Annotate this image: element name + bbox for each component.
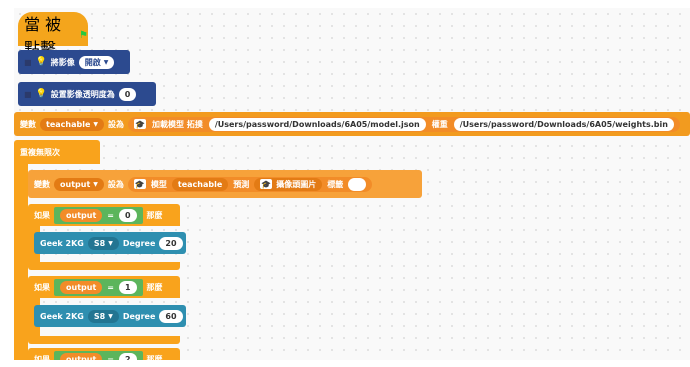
to-label: 設為: [107, 179, 124, 189]
transparency-value-input[interactable]: 0: [118, 87, 137, 101]
servo-block[interactable]: Geek 2KG S8 ▼ Degree 20: [34, 232, 186, 254]
forever-loop-arm: [14, 164, 28, 360]
degree-label: Degree: [122, 238, 156, 248]
ai-cap-icon: 🎓: [133, 179, 146, 189]
predict-reporter[interactable]: 🎓 模型 teachable 預測 🎓 攝像頭圖片 標籤: [127, 176, 373, 192]
set-variable-label: 變數: [34, 179, 50, 189]
port-dropdown[interactable]: S8 ▼: [87, 309, 119, 323]
if-bottom: [28, 336, 180, 344]
output-variable-reporter[interactable]: output: [60, 208, 103, 222]
to-label: 設為: [108, 119, 125, 129]
weights-path-input[interactable]: /Users/password/Downloads/6A05/weights.b…: [453, 117, 674, 131]
camera-label: 將影像: [50, 57, 75, 67]
compare-value-input[interactable]: 1: [118, 280, 137, 294]
forever-label: 重複無限次: [20, 147, 60, 157]
equals-operator[interactable]: output = 1: [54, 278, 143, 296]
degree-label: Degree: [122, 311, 156, 321]
servo-label: Geek 2KG: [40, 238, 84, 248]
camera-icon: ■: [24, 57, 32, 67]
degree-input[interactable]: 20: [159, 236, 183, 250]
then-label: 那麼: [146, 282, 163, 292]
equals-operator[interactable]: output = 0: [54, 206, 143, 224]
model-path-input[interactable]: /Users/password/Downloads/6A05/model.jso…: [208, 117, 426, 131]
output-variable-reporter[interactable]: output: [60, 352, 103, 360]
load-model-reporter[interactable]: 🎓 加載模型 拓撲 /Users/password/Downloads/6A05…: [128, 116, 680, 132]
equals-operator[interactable]: output = 2: [54, 350, 143, 360]
tag-input[interactable]: [348, 177, 367, 191]
if-label: 如果: [34, 210, 50, 220]
if-label: 如果: [34, 282, 50, 292]
weights-label: 權重: [431, 119, 448, 129]
capture-reporter[interactable]: 🎓 攝像頭圖片: [254, 177, 323, 191]
set-variable-label: 變數: [20, 119, 36, 129]
predict-block[interactable]: 變數 output ▼ 設為 🎓 模型 teachable 預測 🎓 攝像頭圖片 …: [28, 170, 422, 198]
model-name-reporter[interactable]: teachable: [171, 177, 229, 191]
camera-toggle-block[interactable]: ■ 💡 將影像 開啟 ▼: [18, 50, 130, 74]
then-label: 那麼: [146, 354, 163, 361]
green-flag-icon: ⚑: [79, 29, 88, 41]
port-dropdown[interactable]: S8 ▼: [87, 236, 119, 250]
compare-value-input[interactable]: 2: [118, 352, 137, 360]
servo-label: Geek 2KG: [40, 311, 84, 321]
camera-icon: ■: [24, 89, 32, 99]
camera-state-dropdown[interactable]: 開啟 ▼: [78, 55, 115, 69]
code-workspace[interactable]: 當 被點擊 ⚑ ■ 💡 將影像 開啟 ▼ ■ 💡 設置影像透明度為 0 變數 te…: [14, 8, 690, 360]
if-block[interactable]: 如果 output = 0 那麼: [28, 204, 180, 226]
if-block[interactable]: 如果 output = 1 那麼: [28, 276, 180, 298]
variable-dropdown[interactable]: teachable ▼: [40, 117, 105, 131]
if-block[interactable]: 如果 output = 2 那麼: [28, 348, 180, 360]
when-flag-clicked-block[interactable]: 當 被點擊 ⚑: [18, 12, 88, 58]
output-variable-reporter[interactable]: output: [60, 280, 103, 294]
lightbulb-icon: 💡: [35, 89, 47, 99]
if-bottom: [28, 262, 180, 270]
lightbulb-icon: 💡: [35, 57, 47, 67]
servo-block[interactable]: Geek 2KG S8 ▼ Degree 60: [34, 305, 186, 327]
transparency-label: 設置影像透明度為: [50, 89, 115, 99]
then-label: 那麼: [146, 210, 163, 220]
load-model-block[interactable]: 變數 teachable ▼ 設為 🎓 加載模型 拓撲 /Users/passwo…: [14, 112, 690, 136]
ai-cap-icon: 🎓: [134, 119, 147, 129]
forever-loop-block[interactable]: 重複無限次: [14, 140, 100, 164]
if-label: 如果: [34, 354, 50, 361]
degree-input[interactable]: 60: [159, 309, 183, 323]
ai-cap-icon: 🎓: [260, 179, 273, 189]
compare-value-input[interactable]: 0: [118, 208, 137, 222]
set-transparency-block[interactable]: ■ 💡 設置影像透明度為 0: [18, 82, 156, 106]
variable-dropdown[interactable]: output ▼: [54, 177, 104, 191]
